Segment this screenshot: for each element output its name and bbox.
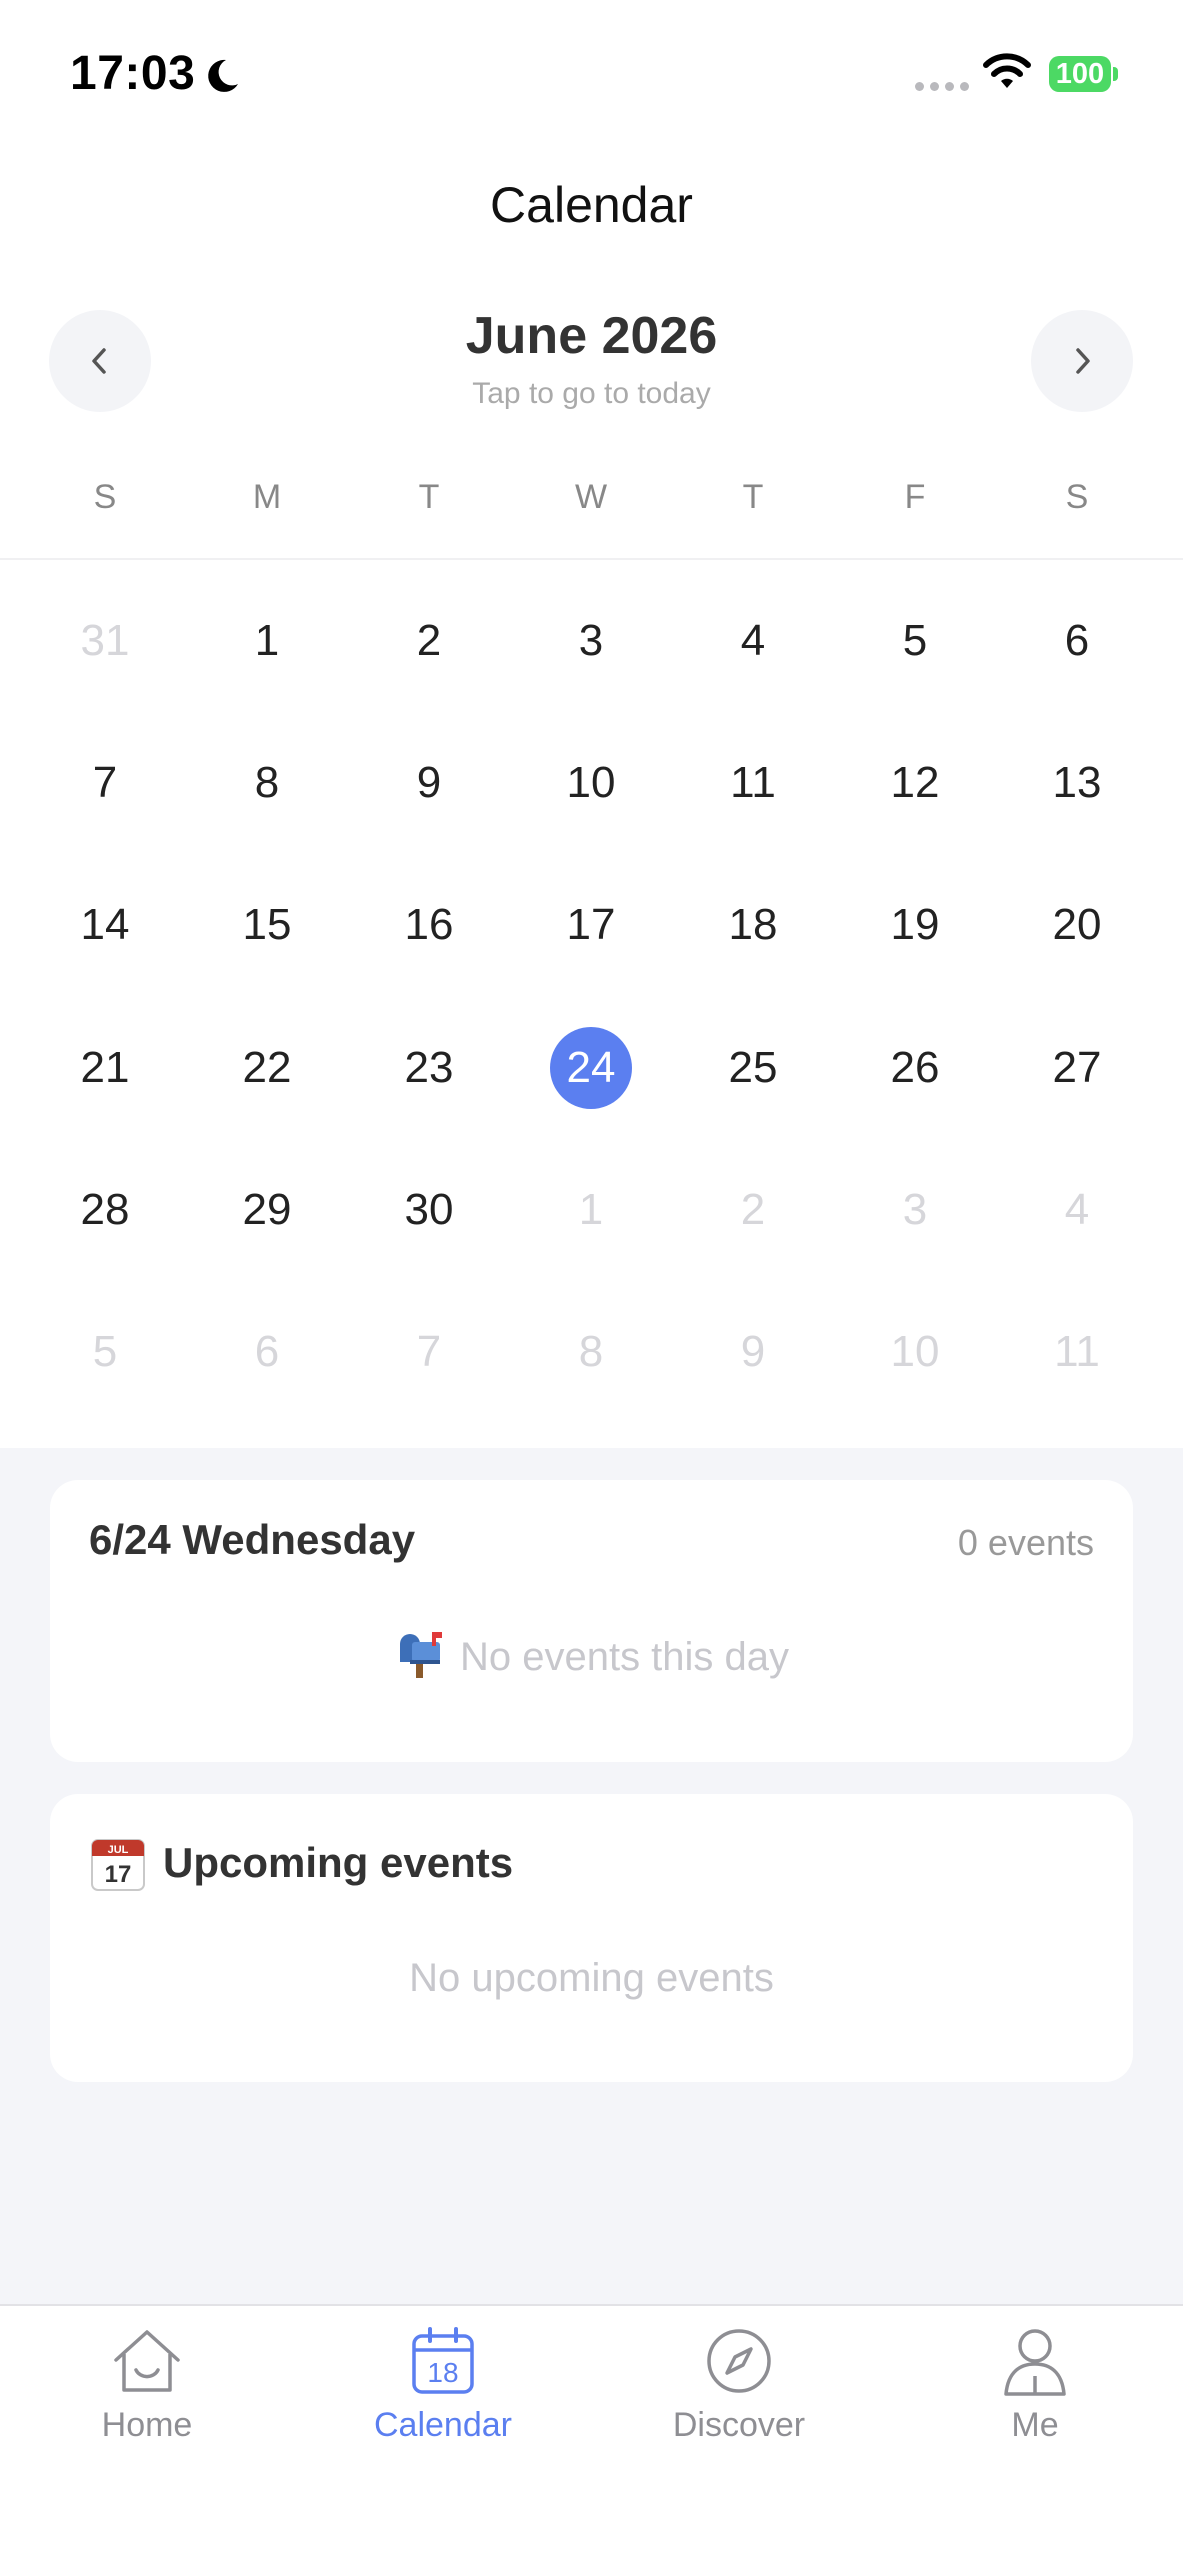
- battery-level: 100: [1049, 56, 1111, 92]
- upcoming-title-row: JUL 17 Upcoming events: [89, 1834, 513, 1892]
- calendar-day[interactable]: 3: [871, 1166, 959, 1254]
- no-events-message: No events this day: [50, 1630, 1133, 1680]
- calendar-day[interactable]: 10: [547, 739, 635, 827]
- calendar-day[interactable]: 13: [1033, 739, 1121, 827]
- tab-label: Me: [1011, 2406, 1059, 2444]
- selected-day-card: 6/24 Wednesday 0 events No events this d…: [50, 1480, 1133, 1762]
- calendar-day[interactable]: 15: [223, 881, 311, 969]
- no-events-text: No events this day: [459, 1635, 790, 1679]
- go-to-today-hint[interactable]: Tap to go to today: [0, 377, 1183, 411]
- calendar-day[interactable]: 7: [61, 739, 149, 827]
- calendar-day[interactable]: 19: [871, 881, 959, 969]
- weekday-label: S: [1065, 478, 1089, 516]
- calendar-day[interactable]: 1: [547, 1166, 635, 1254]
- calendar-day[interactable]: 26: [871, 1024, 959, 1112]
- weekday-label: S: [93, 478, 117, 516]
- page-title: Calendar: [490, 177, 693, 233]
- calendar-day[interactable]: 23: [385, 1024, 473, 1112]
- weekday-label: M: [252, 478, 282, 516]
- tab-label: Calendar: [374, 2406, 512, 2444]
- moon-icon: [208, 59, 238, 92]
- calendar-emoji-icon: JUL 17: [91, 1839, 145, 1891]
- calendar-day[interactable]: 21: [61, 1024, 149, 1112]
- no-upcoming-message: No upcoming events: [409, 1956, 774, 2000]
- calendar-day[interactable]: 30: [385, 1166, 473, 1254]
- compass-icon: [707, 2329, 771, 2393]
- calendar-day[interactable]: 8: [547, 1308, 635, 1396]
- calendar-day[interactable]: 5: [61, 1308, 149, 1396]
- calendar-day[interactable]: 6: [1033, 597, 1121, 685]
- tab-discover[interactable]: Discover: [629, 2324, 849, 2445]
- status-time: 17:03: [70, 47, 196, 100]
- calendar-day[interactable]: 2: [385, 597, 473, 685]
- mailbox-icon: [399, 1632, 442, 1678]
- weekday-label: F: [904, 478, 926, 516]
- calendar-day[interactable]: 9: [709, 1308, 797, 1396]
- tab-home[interactable]: Home: [37, 2324, 257, 2445]
- calendar-day[interactable]: 11: [1033, 1308, 1121, 1396]
- selected-day-title: 6/24 Wednesday: [89, 1516, 416, 1563]
- battery-icon: 100: [1049, 56, 1118, 92]
- calendar-day[interactable]: 4: [1033, 1166, 1121, 1254]
- calendar-day[interactable]: 22: [223, 1024, 311, 1112]
- calendar-day[interactable]: 25: [709, 1024, 797, 1112]
- chevron-right-icon: [1076, 348, 1090, 374]
- weekday-label: T: [418, 478, 440, 516]
- upcoming-title: Upcoming events: [163, 1839, 514, 1886]
- calendar-day[interactable]: 5: [871, 597, 959, 685]
- calendar-day[interactable]: 28: [61, 1166, 149, 1254]
- calendar-day[interactable]: 1: [223, 597, 311, 685]
- calendar-day[interactable]: 11: [709, 739, 797, 827]
- calendar-day[interactable]: 12: [871, 739, 959, 827]
- tab-label: Home: [101, 2406, 193, 2444]
- divider: [0, 558, 1183, 560]
- calendar-day[interactable]: 20: [1033, 881, 1121, 969]
- calendar-day[interactable]: 9: [385, 739, 473, 827]
- calendar-day[interactable]: 27: [1033, 1024, 1121, 1112]
- calendar-day[interactable]: 29: [223, 1166, 311, 1254]
- calendar-day-selected[interactable]: 24: [550, 1027, 632, 1109]
- calendar-day[interactable]: 14: [61, 881, 149, 969]
- calendar-day[interactable]: 4: [709, 597, 797, 685]
- calendar-day[interactable]: 3: [547, 597, 635, 685]
- person-icon: [1004, 2329, 1066, 2396]
- calendar-tab-number: 18: [427, 2357, 458, 2388]
- weekday-header: S M T W T F S: [0, 478, 1183, 528]
- upcoming-events-card: JUL 17 Upcoming events No upcoming event…: [50, 1794, 1133, 2082]
- calendar-day[interactable]: 2: [709, 1166, 797, 1254]
- calendar-day[interactable]: 6: [223, 1308, 311, 1396]
- event-count: 0 events: [957, 1522, 1094, 1563]
- calendar-day[interactable]: 10: [871, 1308, 959, 1396]
- weekday-label: T: [742, 478, 764, 516]
- calendar-tab-icon: 18: [412, 2327, 474, 2394]
- calendar-day[interactable]: 8: [223, 739, 311, 827]
- wifi-icon: [983, 53, 1031, 88]
- cellular-signal-icon: [915, 82, 969, 91]
- tab-label: Discover: [672, 2406, 806, 2444]
- calendar-day[interactable]: 18: [709, 881, 797, 969]
- calendar-day[interactable]: 16: [385, 881, 473, 969]
- tab-calendar[interactable]: 18 Calendar: [333, 2324, 553, 2445]
- calendar-day[interactable]: 17: [547, 881, 635, 969]
- calendar-day[interactable]: 7: [385, 1308, 473, 1396]
- calendar-day[interactable]: 31: [61, 597, 149, 685]
- month-label[interactable]: June 2026: [0, 306, 1183, 366]
- svg-text:JUL: JUL: [108, 1844, 129, 1856]
- tab-bar: Home 18 Calendar Discover Me: [0, 2304, 1183, 2562]
- svg-text:17: 17: [105, 1861, 132, 1888]
- next-month-button[interactable]: [1031, 310, 1133, 412]
- tab-me[interactable]: Me: [925, 2324, 1145, 2445]
- home-icon: [114, 2330, 180, 2392]
- weekday-label: W: [574, 478, 608, 516]
